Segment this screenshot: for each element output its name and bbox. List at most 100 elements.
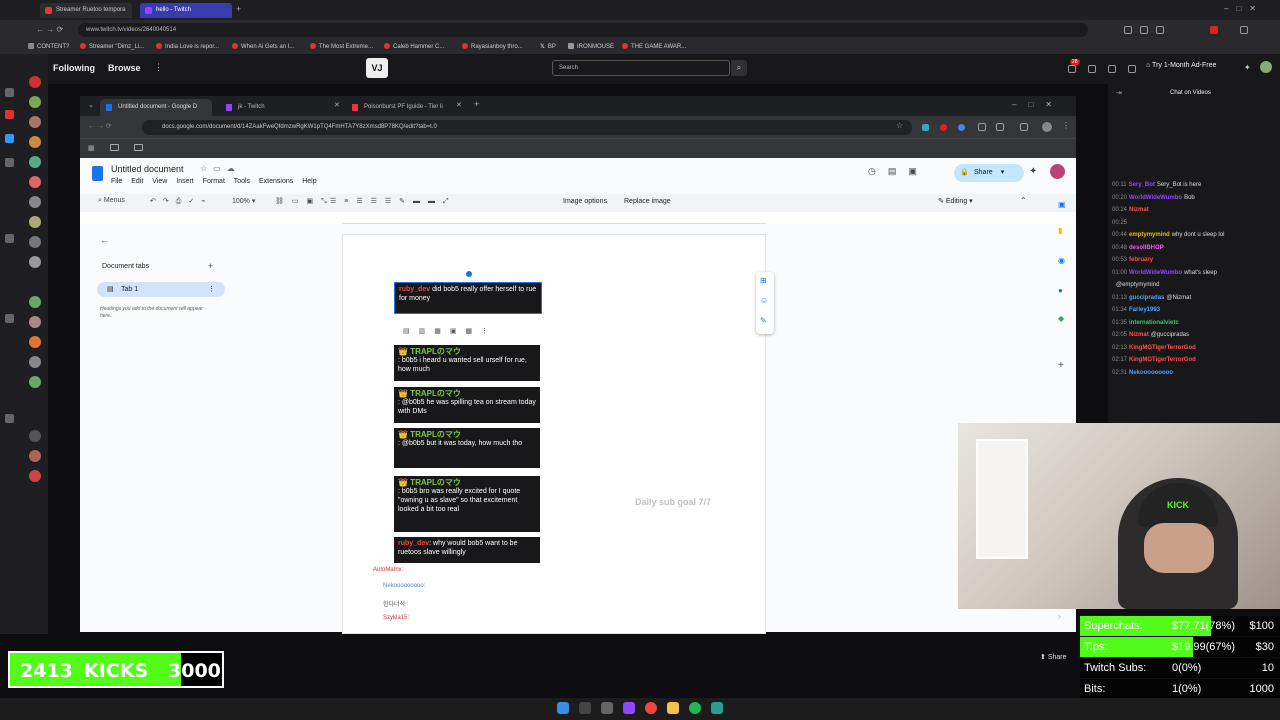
extensions-icon[interactable]: ✦	[1244, 63, 1251, 72]
add-comment-icon[interactable]: ⊞	[760, 276, 767, 285]
channel-avatar[interactable]	[29, 216, 41, 228]
spotify-icon[interactable]	[689, 702, 701, 714]
image-options-button[interactable]: Image options	[563, 198, 607, 205]
image-toolbar-icons[interactable]: ⛓▭▣⤡	[275, 197, 335, 206]
inner-tab-poisonburst[interactable]: Poisonburst PF Iguide - Tier li	[346, 99, 464, 116]
inner-tab-twitch[interactable]: jk - Twitch	[220, 99, 338, 116]
bookmark-item[interactable]: CONTENT?	[28, 43, 69, 50]
channel-avatar[interactable]	[29, 430, 41, 442]
bookmark-item[interactable]: 𝕏 BP	[540, 43, 556, 50]
menu-file[interactable]: File	[111, 178, 122, 185]
back-arrow-icon[interactable]: ←	[100, 235, 109, 245]
bookmark-item[interactable]: When Ai Gets an I...	[232, 43, 294, 50]
profile-avatar[interactable]	[1042, 122, 1052, 132]
tab-search-icon[interactable]: ⌄	[88, 101, 94, 109]
extension-icon[interactable]	[940, 124, 947, 131]
notifications-icon[interactable]	[1068, 65, 1076, 73]
chat-username[interactable]: Sery_Bot	[1129, 182, 1155, 188]
replace-image-button[interactable]: Replace image	[624, 198, 671, 205]
outer-tab-1[interactable]: Streamer Ruetoo tempora	[40, 3, 132, 18]
channel-avatar[interactable]	[29, 296, 41, 308]
extension-icon[interactable]	[1156, 26, 1164, 34]
pasted-chat-image[interactable]: 👑 TRAPLのマウ: @b0b5 he was spilling tea on…	[394, 387, 540, 423]
chat-username[interactable]: KingMGTigerTerrorGod	[1129, 345, 1196, 351]
channel-avatar[interactable]	[29, 76, 41, 88]
twitch-search-input[interactable]: Search	[552, 60, 730, 76]
pasted-chat-image[interactable]: ruby_dev: why would bob5 want to be ruet…	[394, 537, 540, 563]
task-view-icon[interactable]	[601, 702, 613, 714]
nav-arrows-icon[interactable]: ← → ⟳	[36, 25, 63, 34]
share-clip-button[interactable]: ⬆ Share	[1040, 653, 1067, 661]
close-tab-icon[interactable]: ✕	[456, 101, 462, 109]
sidebar-icon[interactable]	[5, 414, 14, 423]
bookmark-item[interactable]: Rayasianboy thro...	[462, 43, 523, 50]
collapse-chat-icon[interactable]: ⇥	[1116, 89, 1122, 97]
tasks-icon[interactable]: ◉	[1058, 256, 1065, 265]
extension-icon[interactable]	[978, 123, 986, 131]
share-button[interactable]: 🔒 Share ▾	[954, 164, 1024, 182]
menu-help[interactable]: Help	[302, 178, 316, 185]
outer-address-field[interactable]: www.twitch.tv/videos/2640040514	[78, 23, 1088, 37]
sidebar-icon[interactable]	[5, 134, 14, 143]
downloads-icon[interactable]	[1020, 123, 1028, 131]
channel-avatar[interactable]	[29, 376, 41, 388]
chat-username[interactable]: WorldWideWumbo	[1129, 270, 1182, 276]
maps-icon[interactable]: ◆	[1058, 314, 1064, 323]
channel-avatar[interactable]	[29, 136, 41, 148]
chat-username[interactable]: WorldWideWumbo	[1129, 195, 1182, 201]
bookmark-item[interactable]: The Most Extreme...	[310, 43, 373, 50]
user-avatar[interactable]	[1260, 61, 1272, 73]
chat-username[interactable]: Nizmat	[1129, 332, 1149, 338]
channel-avatar[interactable]	[29, 156, 41, 168]
channel-avatar[interactable]	[29, 336, 41, 348]
account-avatar[interactable]	[1050, 164, 1065, 179]
tab-options-icon[interactable]: ⋮	[208, 282, 215, 297]
align-icons[interactable]: ☰≡☰☰☰✎▬▬⤢	[330, 197, 457, 206]
add-emoji-icon[interactable]: ☺	[760, 296, 768, 305]
browse-link[interactable]: Browse	[108, 63, 141, 73]
chrome-menu-icon[interactable]: ⋮	[1062, 121, 1070, 130]
extension-icon[interactable]	[1140, 26, 1148, 34]
sidebar-icon[interactable]	[5, 314, 14, 323]
inner-window-controls[interactable]: –□✕	[1012, 100, 1064, 109]
more-menu-icon[interactable]: ⋮	[154, 62, 163, 73]
expand-arrow-icon[interactable]: ›	[1058, 611, 1061, 621]
channel-avatar[interactable]	[29, 450, 41, 462]
new-tab-button[interactable]: +	[474, 99, 479, 109]
title-actions-icon[interactable]: ☆▭☁	[200, 164, 241, 173]
file-explorer-icon[interactable]	[667, 702, 679, 714]
channel-avatar[interactable]	[29, 316, 41, 328]
rotate-handle[interactable]	[466, 271, 472, 277]
menu-extensions[interactable]: Extensions	[259, 178, 293, 185]
channel-avatar[interactable]	[29, 256, 41, 268]
chat-username[interactable]: KingMGTigerTerrorGod	[1129, 357, 1196, 363]
add-tab-button[interactable]: +	[208, 261, 213, 271]
calendar-icon[interactable]: ▣	[1058, 200, 1066, 209]
inbox-icon[interactable]	[1088, 65, 1096, 73]
menu-edit[interactable]: Edit	[131, 178, 143, 185]
pasted-chat-image[interactable]: 👑 TRAPLのマウ: @b0b5 but it was today, how …	[394, 428, 540, 468]
record-extension-icon[interactable]	[1210, 26, 1218, 34]
sidebar-icon[interactable]	[5, 88, 14, 97]
new-tab-button[interactable]: +	[236, 4, 241, 14]
extension-icon[interactable]	[922, 124, 929, 131]
extension-icon[interactable]	[996, 123, 1004, 131]
chat-username[interactable]: desolIBHOP	[1129, 245, 1164, 251]
profile-icon[interactable]	[1240, 26, 1248, 34]
ad-free-button[interactable]: ⌂ Try 1-Month Ad-Free	[1146, 62, 1216, 69]
bookmark-star-icon[interactable]: ☆	[896, 121, 903, 130]
menu-view[interactable]: View	[152, 178, 167, 185]
nav-arrows-icon[interactable]: ← → ⟳	[88, 122, 112, 130]
chat-username[interactable]: guccipradas	[1129, 295, 1164, 301]
bookmark-item[interactable]: Caleb Hammer C...	[384, 43, 444, 50]
window-controls[interactable]: –□✕	[1224, 4, 1264, 13]
bits-icon[interactable]	[1128, 65, 1136, 73]
chat-username[interactable]: emptymymind	[1129, 232, 1170, 238]
chat-username[interactable]: internationalvietc	[1129, 320, 1179, 326]
sidebar-icon[interactable]	[5, 234, 14, 243]
bookmark-item[interactable]: Streamer "Dimz_Li...	[80, 43, 144, 50]
suggest-edit-icon[interactable]: ✎	[760, 316, 767, 325]
chat-username[interactable]: february	[1129, 257, 1153, 263]
pasted-chat-image[interactable]: 👑 TRAPLのマウ: b0b5 i heard u wanted sell u…	[394, 345, 540, 381]
pasted-chat-image-selected[interactable]: ruby_dev did bob5 really offer herself t…	[394, 282, 542, 314]
